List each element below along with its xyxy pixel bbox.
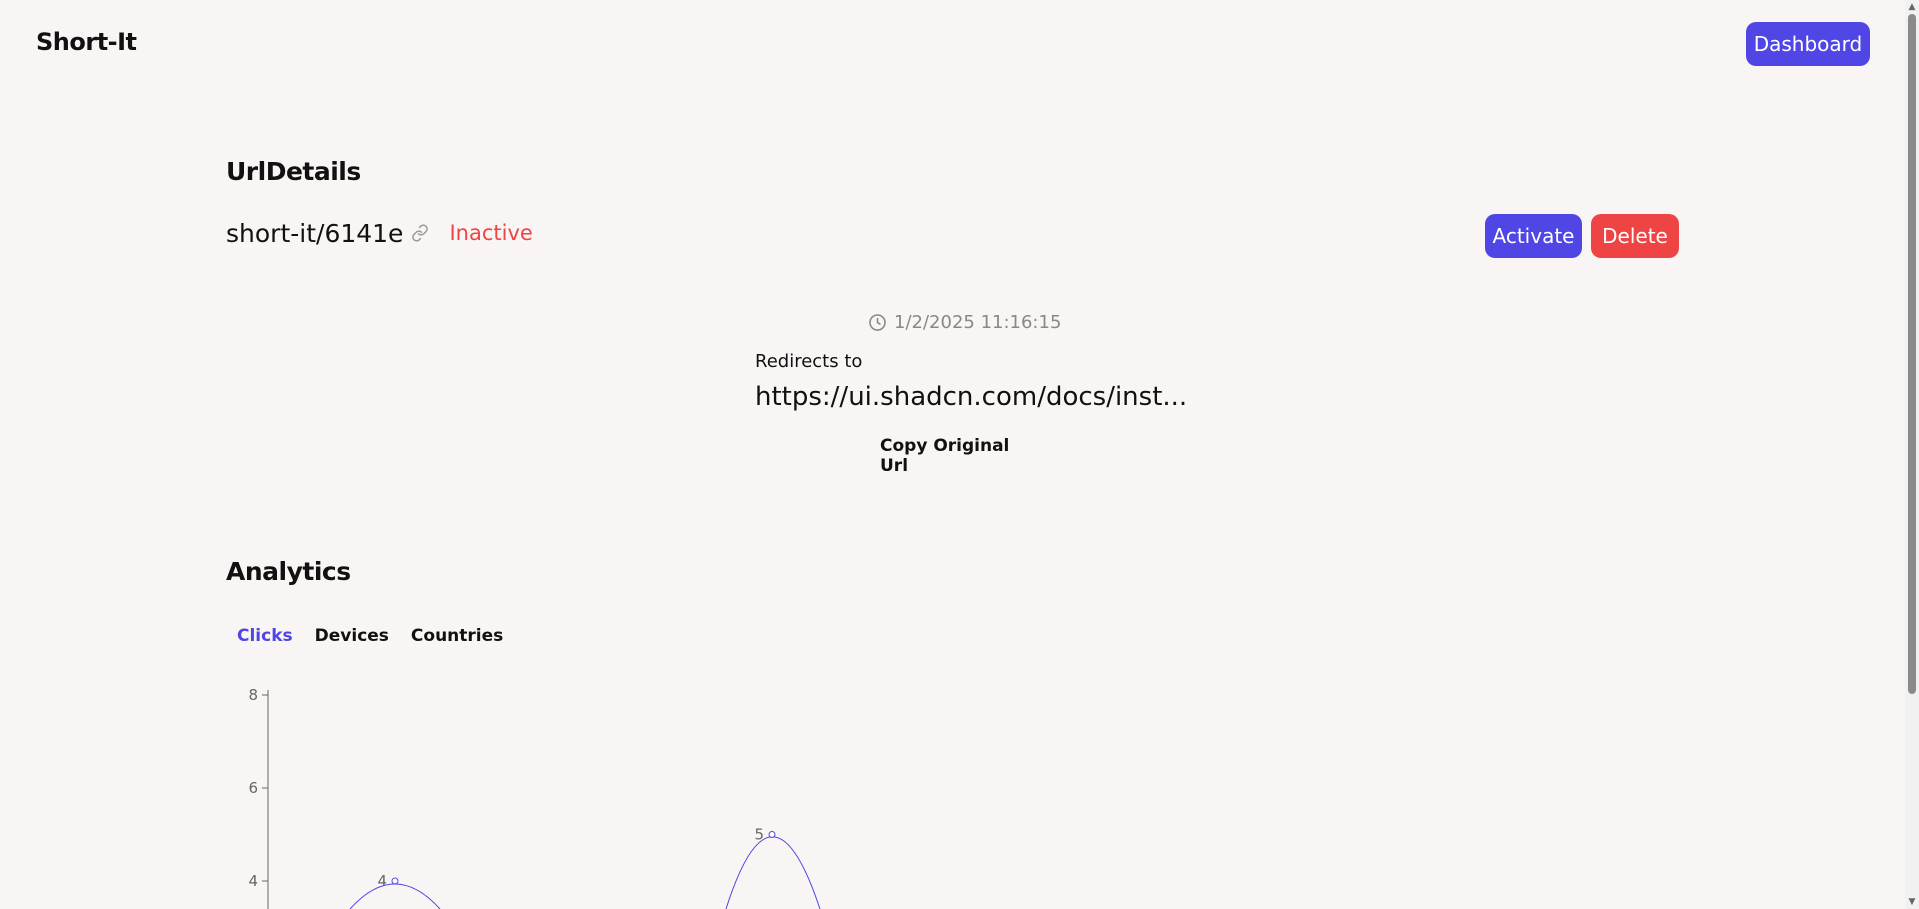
activate-button[interactable]: Activate (1485, 214, 1582, 258)
series-line (349, 883, 441, 909)
clock-icon (868, 313, 887, 332)
status-badge: Inactive (449, 221, 533, 245)
tab-clicks[interactable]: Clicks (237, 626, 293, 646)
scroll-up-icon[interactable]: ▲ (1907, 2, 1917, 12)
data-label: 5 (754, 826, 764, 844)
brand-logo[interactable]: Short-It (36, 28, 137, 56)
copy-original-url-button[interactable]: Copy Original Url (880, 436, 1025, 476)
page-scrollbar[interactable]: ▲ ▼ (1905, 0, 1919, 909)
tab-devices[interactable]: Devices (315, 626, 389, 646)
y-tick-label: 6 (248, 779, 258, 797)
scroll-thumb[interactable] (1908, 14, 1916, 694)
created-timestamp: 1/2/2025 11:16:15 (868, 312, 1061, 333)
analytics-tabs: Clicks Devices Countries (237, 626, 503, 646)
analytics-title: Analytics (226, 557, 351, 586)
original-url[interactable]: https://ui.shadcn.com/docs/inst... (755, 382, 1187, 412)
y-tick-label: 8 (248, 686, 258, 704)
series-line (725, 836, 821, 909)
short-url[interactable]: short-it/6141e (226, 219, 403, 248)
dashboard-button[interactable]: Dashboard (1746, 22, 1870, 66)
tab-countries[interactable]: Countries (411, 626, 503, 646)
link-icon[interactable] (411, 224, 429, 242)
data-label: 4 (377, 872, 387, 890)
redirect-label: Redirects to (755, 351, 863, 372)
timestamp-text: 1/2/2025 11:16:15 (894, 312, 1062, 333)
scroll-down-icon[interactable]: ▼ (1907, 897, 1917, 907)
delete-button[interactable]: Delete (1591, 214, 1679, 258)
short-url-row: short-it/6141e Inactive (226, 218, 533, 248)
data-point (768, 831, 776, 838)
data-point (391, 877, 399, 885)
url-details-title: UrlDetails (226, 157, 361, 186)
y-tick-label: 4 (248, 872, 258, 890)
clicks-chart: 4 6 8 4 5 (248, 686, 821, 909)
